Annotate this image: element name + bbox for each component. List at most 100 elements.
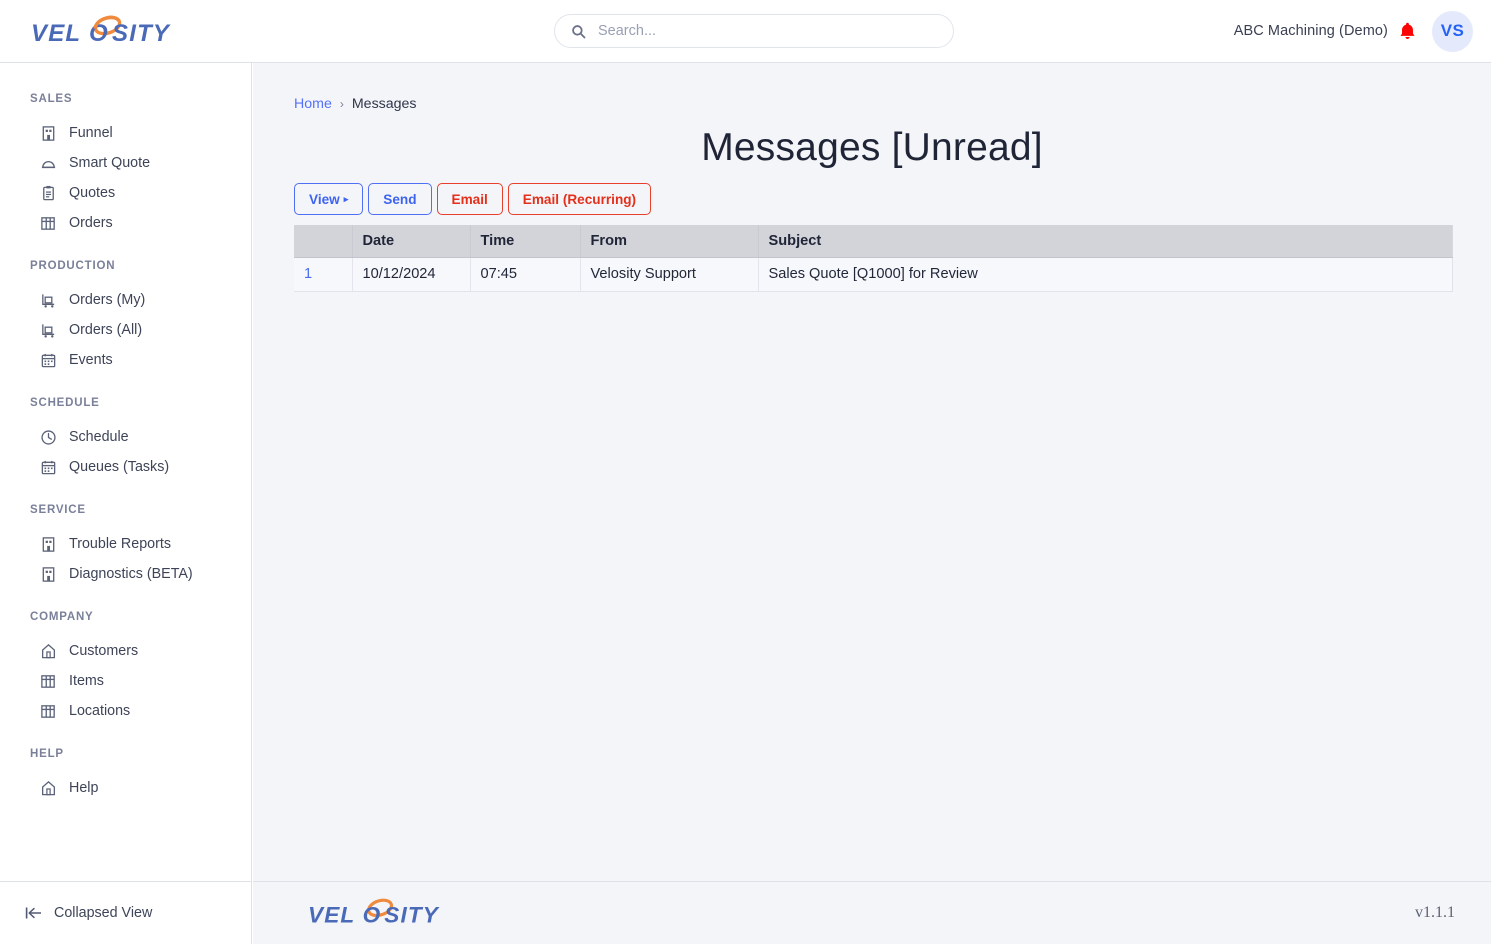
nav-group-sales: SALES Funnel Smart Quote Quotes Orders: [0, 93, 251, 238]
view-button-label: View: [309, 191, 340, 207]
sidebar-item-locations[interactable]: Locations: [0, 696, 251, 726]
table-header: Date Time From Subject: [294, 225, 1453, 258]
home-icon: [41, 643, 56, 658]
sidebar-item-label: Locations: [69, 703, 131, 719]
nav-group-help: HELP Help: [0, 748, 251, 803]
sidebar-item-schedule[interactable]: Schedule: [0, 422, 251, 452]
action-toolbar: View ▸ Send Email Email (Recurring): [253, 170, 1491, 215]
row-time-cell: 07:45: [470, 257, 581, 292]
bell-icon[interactable]: [1399, 21, 1416, 41]
collapse-view-button[interactable]: Collapsed View: [0, 881, 252, 944]
send-button[interactable]: Send: [368, 183, 432, 215]
nav-group-company: COMPANY Customers Items Locations: [0, 611, 251, 726]
email-button-label: Email: [451, 191, 488, 207]
email-recurring-button[interactable]: Email (Recurring): [507, 183, 652, 215]
column-header-from[interactable]: From: [580, 225, 759, 258]
sidebar-item-orders[interactable]: Orders: [0, 208, 251, 238]
sidebar-item-funnel[interactable]: Funnel: [0, 118, 251, 148]
top-header-bar: VEL O SITY ABC Machining (Demo) VS: [0, 0, 1491, 63]
column-header-index[interactable]: [294, 225, 353, 258]
sidebar-item-label: Smart Quote: [69, 155, 151, 171]
report-icon: [42, 566, 55, 582]
page-footer: VEL O SITY v1.1.1: [253, 881, 1491, 944]
nav-group-label: COMPANY: [30, 611, 94, 623]
svg-text:VEL: VEL: [308, 902, 355, 927]
sidebar-item-queues-tasks[interactable]: Queues (Tasks): [0, 452, 251, 482]
table-body: 1 10/12/2024 07:45 Velosity Support Sale…: [294, 257, 1453, 292]
sidebar-item-help[interactable]: Help: [0, 773, 251, 803]
sidebar-item-label: Trouble Reports: [69, 536, 171, 552]
sidebar-item-label: Queues (Tasks): [69, 459, 170, 475]
sidebar: SALES Funnel Smart Quote Quotes Orders P…: [0, 63, 252, 881]
trolley-icon: [42, 323, 55, 338]
table-icon: [41, 674, 55, 688]
clock-icon: [41, 429, 56, 445]
table-icon: [41, 216, 55, 230]
sidebar-item-label: Orders (All): [69, 322, 143, 338]
page-title: Messages [Unread]: [701, 126, 1043, 169]
velosity-logo-icon: VEL O SITY: [31, 15, 170, 47]
svg-text:O: O: [363, 902, 382, 927]
sidebar-item-customers[interactable]: Customers: [0, 636, 251, 666]
sidebar-item-smart-quote[interactable]: Smart Quote: [0, 148, 251, 178]
column-header-subject[interactable]: Subject: [758, 225, 1453, 258]
sidebar-item-trouble-reports[interactable]: Trouble Reports: [0, 529, 251, 559]
nav-group-label: PRODUCTION: [30, 260, 116, 272]
brand-logo[interactable]: VEL O SITY: [0, 0, 252, 62]
breadcrumb-home-link[interactable]: Home: [294, 96, 332, 112]
sidebar-item-orders-all[interactable]: Orders (All): [0, 315, 251, 345]
search-icon: [572, 24, 586, 38]
sidebar-item-events[interactable]: Events: [0, 345, 251, 375]
nav-group-label: SCHEDULE: [30, 397, 100, 409]
email-button[interactable]: Email: [436, 183, 503, 215]
column-header-date[interactable]: Date: [352, 225, 471, 258]
search-input[interactable]: [598, 23, 928, 39]
nav-group-schedule: SCHEDULE Schedule Queues (Tasks): [0, 397, 251, 482]
trolley-icon: [42, 293, 55, 308]
smart-quote-icon: [41, 160, 56, 168]
table-icon: [41, 704, 55, 718]
sidebar-item-label: Orders: [69, 215, 113, 231]
sidebar-item-items[interactable]: Items: [0, 666, 251, 696]
sidebar-item-label: Funnel: [69, 125, 113, 141]
row-index-link[interactable]: 1: [304, 266, 312, 282]
view-button[interactable]: View ▸: [294, 183, 364, 215]
global-search[interactable]: [554, 14, 954, 48]
sidebar-item-label: Items: [69, 673, 104, 689]
table-header-row: Date Time From Subject: [294, 225, 1453, 258]
collapse-view-label: Collapsed View: [54, 905, 153, 921]
email-recurring-button-label: Email (Recurring): [522, 191, 637, 207]
clipboard-icon: [43, 185, 54, 200]
nav-group-label: HELP: [30, 748, 64, 760]
main-content: Home › Messages Messages [Unread] View ▸…: [253, 63, 1491, 881]
sidebar-item-label: Events: [69, 352, 113, 368]
table-row[interactable]: 1 10/12/2024 07:45 Velosity Support Sale…: [294, 257, 1453, 292]
velosity-logo-icon: VEL O SITY: [308, 898, 439, 927]
report-icon: [42, 536, 55, 552]
sidebar-item-label: Customers: [69, 643, 139, 659]
sidebar-item-label: Help: [69, 780, 99, 796]
breadcrumb-current: Messages: [351, 96, 417, 112]
collapse-left-icon: [25, 907, 41, 919]
nav-group-label: SERVICE: [30, 504, 86, 516]
funnel-report-icon: [42, 125, 55, 141]
messages-table-wrapper: Date Time From Subject 1 10/12/2024 07:4…: [253, 215, 1491, 292]
column-header-time[interactable]: Time: [470, 225, 581, 258]
sidebar-item-label: Quotes: [69, 185, 116, 201]
sidebar-item-orders-my[interactable]: Orders (My): [0, 285, 251, 315]
calendar-icon: [41, 460, 56, 474]
nav-group-production: PRODUCTION Orders (My) Orders (All) Even…: [0, 260, 251, 375]
nav-group-label: SALES: [30, 93, 73, 105]
home-icon: [41, 780, 56, 795]
app-version: v1.1.1: [1415, 904, 1455, 921]
search-box[interactable]: [554, 14, 954, 48]
calendar-icon: [41, 353, 56, 367]
sidebar-item-diagnostics-beta[interactable]: Diagnostics (BETA): [0, 559, 251, 589]
sidebar-item-quotes[interactable]: Quotes: [0, 178, 251, 208]
nav-group-service: SERVICE Trouble Reports Diagnostics (BET…: [0, 504, 251, 589]
avatar[interactable]: VS: [1432, 10, 1473, 52]
row-subject-cell: Sales Quote [Q1000] for Review: [758, 257, 1453, 292]
messages-table: Date Time From Subject 1 10/12/2024 07:4…: [294, 225, 1453, 292]
row-index-cell: 1: [294, 257, 353, 292]
sidebar-item-label: Schedule: [69, 429, 129, 445]
